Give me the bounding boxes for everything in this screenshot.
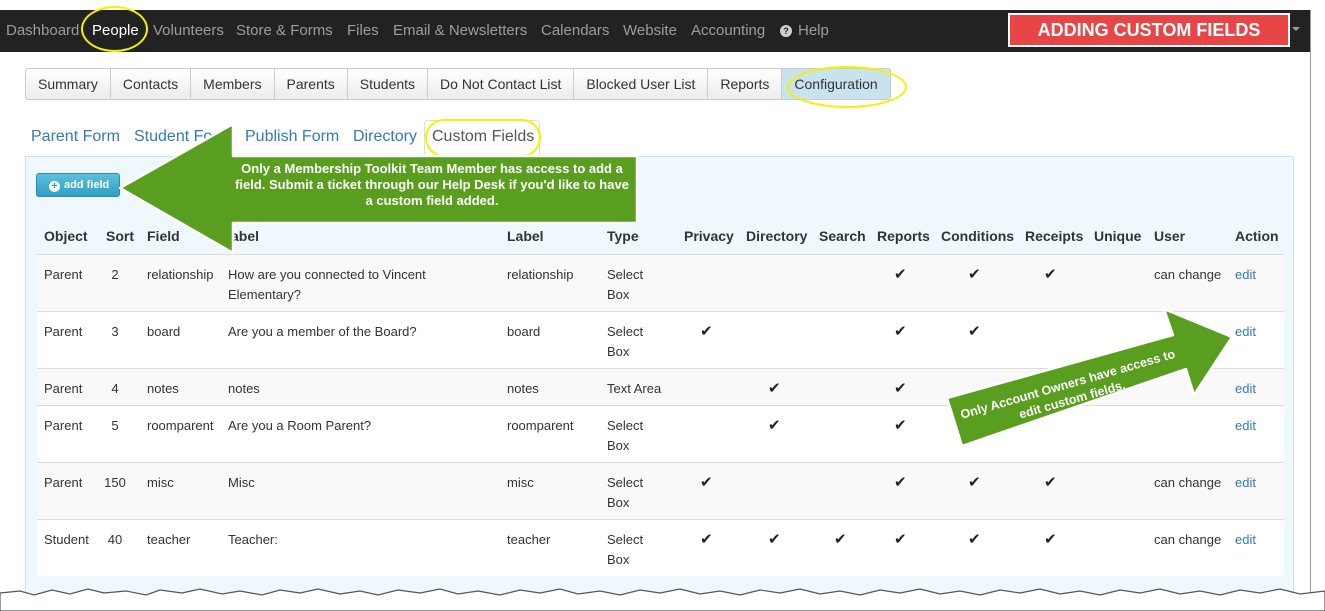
left-callout-text: Only a Membership Toolkit Team Member ha… (235, 161, 629, 208)
annotation-layer (118, 122, 1234, 448)
torn-edge (0, 588, 1325, 611)
